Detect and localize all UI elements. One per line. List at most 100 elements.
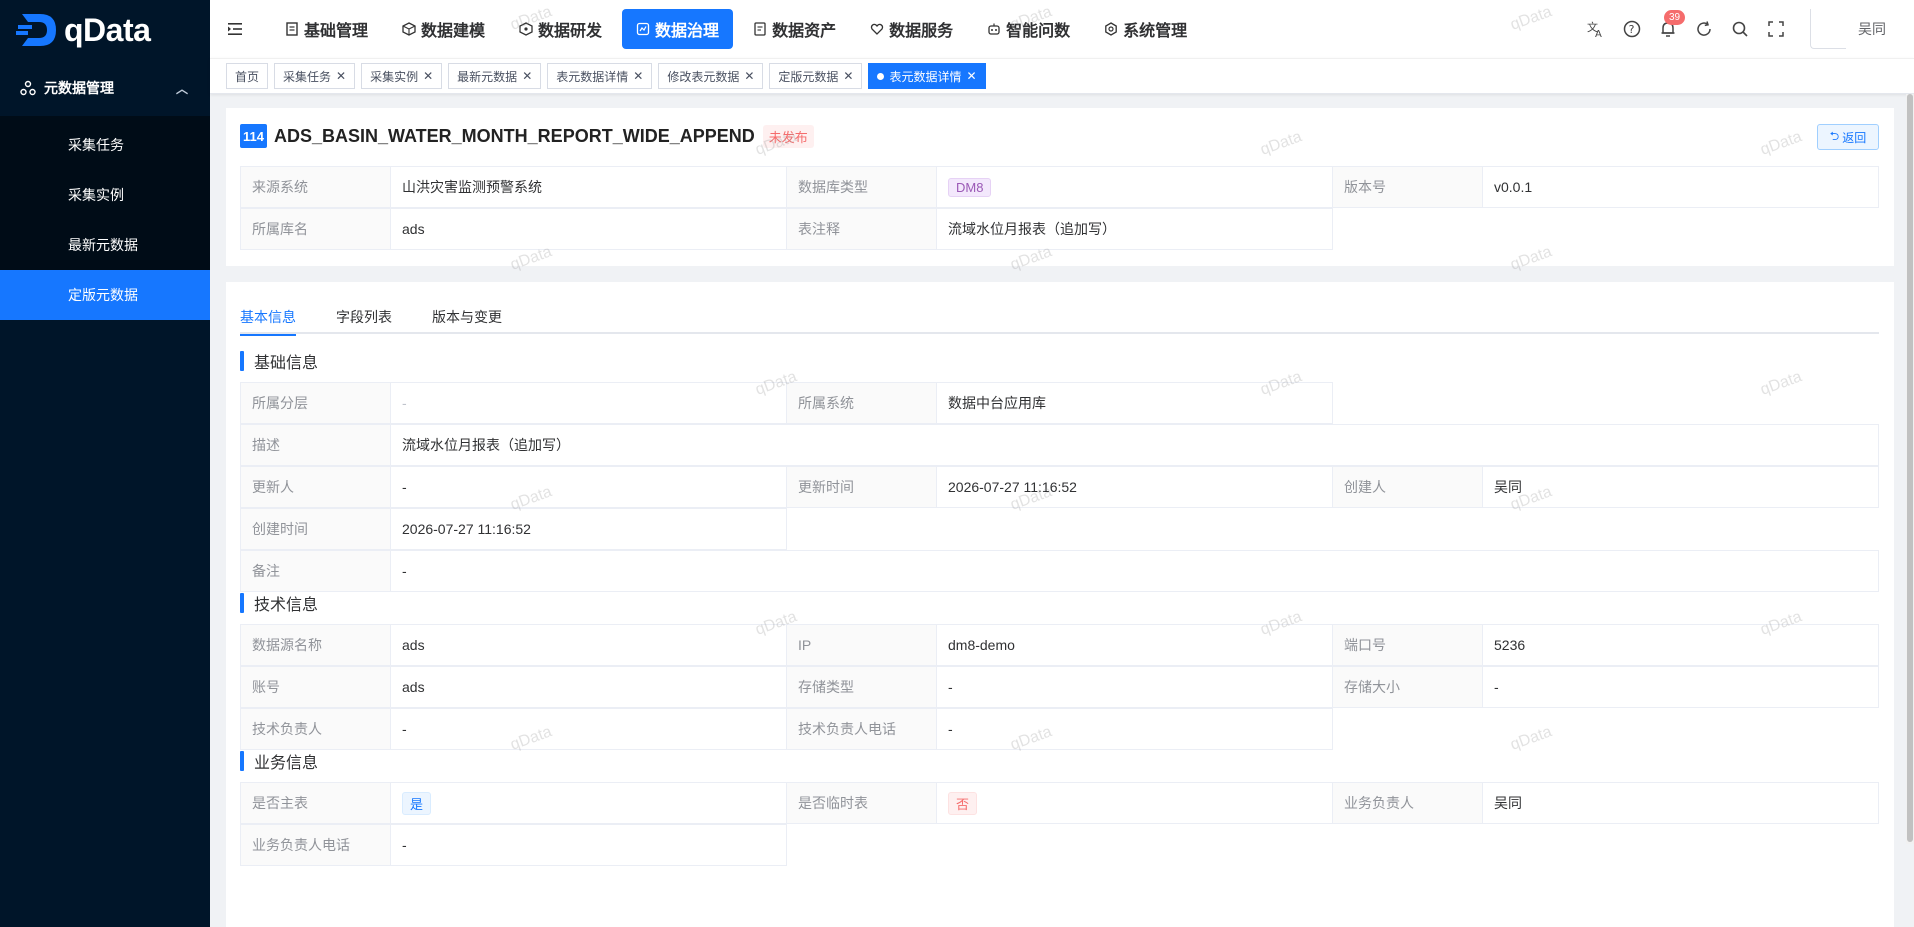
field-label: 是否临时表 bbox=[787, 783, 937, 823]
fullscreen-icon[interactable] bbox=[1766, 19, 1786, 39]
field-create-time: 创建时间 2026-07-27 11:16:52 bbox=[240, 508, 787, 550]
field-label: 存储类型 bbox=[787, 667, 937, 707]
field-value: - bbox=[948, 721, 953, 737]
logo-text: qData bbox=[64, 11, 151, 48]
field-label: 更新时间 bbox=[787, 467, 937, 507]
nav-data-governance[interactable]: 数据治理 bbox=[622, 9, 734, 49]
nav-data-modeling[interactable]: 数据建模 bbox=[388, 9, 499, 49]
biz-info-grid: 是否主表是 是否临时表否 业务负责人 吴同 业务负责人电话 - bbox=[240, 782, 1879, 866]
field-label: 表注释 bbox=[787, 209, 937, 249]
field-value: 流域水位月报表（追加写） bbox=[948, 221, 1116, 237]
tag-edit-table-metadata[interactable]: 修改表元数据 ✕ bbox=[658, 63, 764, 89]
nav-label: 系统管理 bbox=[1123, 23, 1188, 40]
tag-label: 表元数据详情 bbox=[556, 69, 629, 84]
table-header-card: 114 ADS_BASIN_WATER_MONTH_REPORT_WIDE_AP… bbox=[226, 108, 1894, 266]
heart-icon bbox=[870, 23, 884, 35]
tab-version-changes[interactable]: 版本与变更 bbox=[432, 300, 502, 334]
svg-text:?: ? bbox=[1629, 23, 1635, 36]
basic-info-grid: 所属分层 - 所属系统 数据中台应用库 描述 流域水位月报表（追加写） 更新人 - 更新… bbox=[240, 382, 1879, 592]
avatar[interactable] bbox=[1810, 9, 1846, 49]
field-label: 所属系统 bbox=[787, 383, 937, 423]
field-tech-phone: 技术负责人电话 - bbox=[786, 708, 1333, 750]
field-label: 来源系统 bbox=[241, 167, 391, 207]
nav-label: 智能问数 bbox=[1006, 23, 1071, 40]
nav-label: 数据建模 bbox=[421, 23, 486, 40]
svg-text:A: A bbox=[1595, 29, 1602, 38]
nav-data-assets[interactable]: 数据资产 bbox=[739, 9, 850, 49]
sidebar-item-collect-instance[interactable]: 采集实例 bbox=[0, 170, 210, 220]
field-value: ads bbox=[402, 679, 425, 695]
top-right-tools: 文A ? 39 吴同 bbox=[1578, 0, 1914, 58]
field-is-temp: 是否临时表否 bbox=[786, 782, 1333, 824]
field-value: - bbox=[402, 563, 407, 579]
top-nav: 基础管理 数据建模 数据研发 数据治理 数据资产 数据服务 智能问数 系统管理 bbox=[271, 9, 1207, 49]
robot-icon bbox=[988, 23, 1000, 35]
tag-final-metadata[interactable]: 定版元数据 ✕ bbox=[769, 63, 863, 89]
field-label: 所属库名 bbox=[241, 209, 391, 249]
back-arrow-icon: ⮌ bbox=[1829, 128, 1840, 143]
help-icon[interactable]: ? bbox=[1622, 19, 1642, 39]
tab-basic-info[interactable]: 基本信息 bbox=[240, 300, 296, 336]
field-value: ads bbox=[402, 221, 425, 237]
field-label: IP bbox=[787, 625, 937, 665]
logo[interactable]: qData bbox=[0, 0, 210, 60]
field-label: 账号 bbox=[241, 667, 391, 707]
field-label: 技术负责人 bbox=[241, 709, 391, 749]
page-scrollbar[interactable] bbox=[1906, 94, 1914, 844]
tag-latest-metadata[interactable]: 最新元数据 ✕ bbox=[448, 63, 542, 89]
field-description: 描述 流域水位月报表（追加写） bbox=[240, 424, 1879, 466]
sidebar-item-final-metadata[interactable]: 定版元数据 bbox=[0, 270, 210, 320]
detail-tabs: 基本信息 字段列表 版本与变更 bbox=[240, 300, 1879, 336]
tag-label: 表元数据详情 bbox=[889, 69, 962, 84]
nav-basic-management[interactable]: 基础管理 bbox=[271, 9, 382, 49]
tag-label: 采集实例 bbox=[370, 69, 419, 84]
nav-smart-query[interactable]: 智能问数 bbox=[973, 9, 1084, 49]
sidebar-group-label: 元数据管理 bbox=[44, 80, 114, 96]
nav-label: 数据治理 bbox=[655, 23, 720, 40]
menu-fold-icon[interactable] bbox=[227, 21, 243, 37]
refresh-icon[interactable] bbox=[1694, 19, 1714, 39]
search-icon[interactable] bbox=[1730, 19, 1750, 39]
nav-data-development[interactable]: 数据研发 bbox=[505, 9, 616, 49]
scrollbar-thumb[interactable] bbox=[1907, 94, 1913, 842]
tag-collect-task[interactable]: 采集任务 ✕ bbox=[274, 63, 356, 89]
sidebar-item-latest-metadata[interactable]: 最新元数据 bbox=[0, 220, 210, 270]
tag-home[interactable]: 首页 bbox=[226, 63, 269, 89]
close-icon[interactable]: ✕ bbox=[336, 69, 346, 83]
field-system: 所属系统 数据中台应用库 bbox=[786, 382, 1333, 424]
field-storage-type: 存储类型 - bbox=[786, 666, 1333, 708]
close-icon[interactable]: ✕ bbox=[633, 69, 643, 83]
back-button[interactable]: ⮌ 返回 bbox=[1817, 124, 1879, 150]
username[interactable]: 吴同 bbox=[1858, 19, 1886, 39]
nav-system-management[interactable]: 系统管理 bbox=[1090, 9, 1201, 49]
close-icon[interactable]: ✕ bbox=[967, 69, 977, 83]
close-icon[interactable]: ✕ bbox=[522, 69, 532, 83]
is-temp-tag: 否 bbox=[948, 791, 978, 815]
tag-collect-instance[interactable]: 采集实例 ✕ bbox=[361, 63, 443, 89]
close-icon[interactable]: ✕ bbox=[843, 69, 853, 83]
field-label: 技术负责人电话 bbox=[787, 709, 937, 749]
sidebar-submenu: 采集任务 采集实例 最新元数据 定版元数据 bbox=[0, 116, 210, 320]
translate-icon[interactable]: 文A bbox=[1586, 19, 1606, 39]
back-button-label: 返回 bbox=[1842, 130, 1867, 145]
sidebar-group-metadata[interactable]: 元数据管理 ︿ bbox=[0, 60, 210, 116]
sidebar-item-collect-task[interactable]: 采集任务 bbox=[0, 120, 210, 170]
field-label: 创建人 bbox=[1333, 467, 1483, 507]
field-label: 更新人 bbox=[241, 467, 391, 507]
tag-label: 最新元数据 bbox=[457, 69, 518, 84]
close-icon[interactable]: ✕ bbox=[423, 69, 433, 83]
tags-view: 首页 采集任务 ✕ 采集实例 ✕ 最新元数据 ✕ 表元数据详情 ✕ 修改表元数据 ✕ 定版… bbox=[210, 58, 1914, 94]
table-id-badge: 114 bbox=[240, 124, 267, 148]
field-value: 吴同 bbox=[1494, 479, 1522, 495]
close-icon[interactable]: ✕ bbox=[744, 69, 754, 83]
field-ip: IP dm8-demo bbox=[786, 624, 1333, 666]
tag-table-metadata-detail[interactable]: 表元数据详情 ✕ bbox=[547, 63, 653, 89]
bell-icon[interactable]: 39 bbox=[1658, 10, 1686, 39]
field-db-name: 所属库名 ads bbox=[240, 208, 787, 250]
tab-field-list[interactable]: 字段列表 bbox=[336, 300, 392, 334]
section-title-basic: 基础信息 bbox=[240, 350, 318, 372]
tag-table-metadata-detail-active[interactable]: 表元数据详情 ✕ bbox=[868, 63, 986, 89]
nav-data-services[interactable]: 数据服务 bbox=[856, 9, 967, 49]
sidebar-item-label: 定版元数据 bbox=[68, 287, 138, 303]
cube-icon bbox=[402, 22, 416, 36]
